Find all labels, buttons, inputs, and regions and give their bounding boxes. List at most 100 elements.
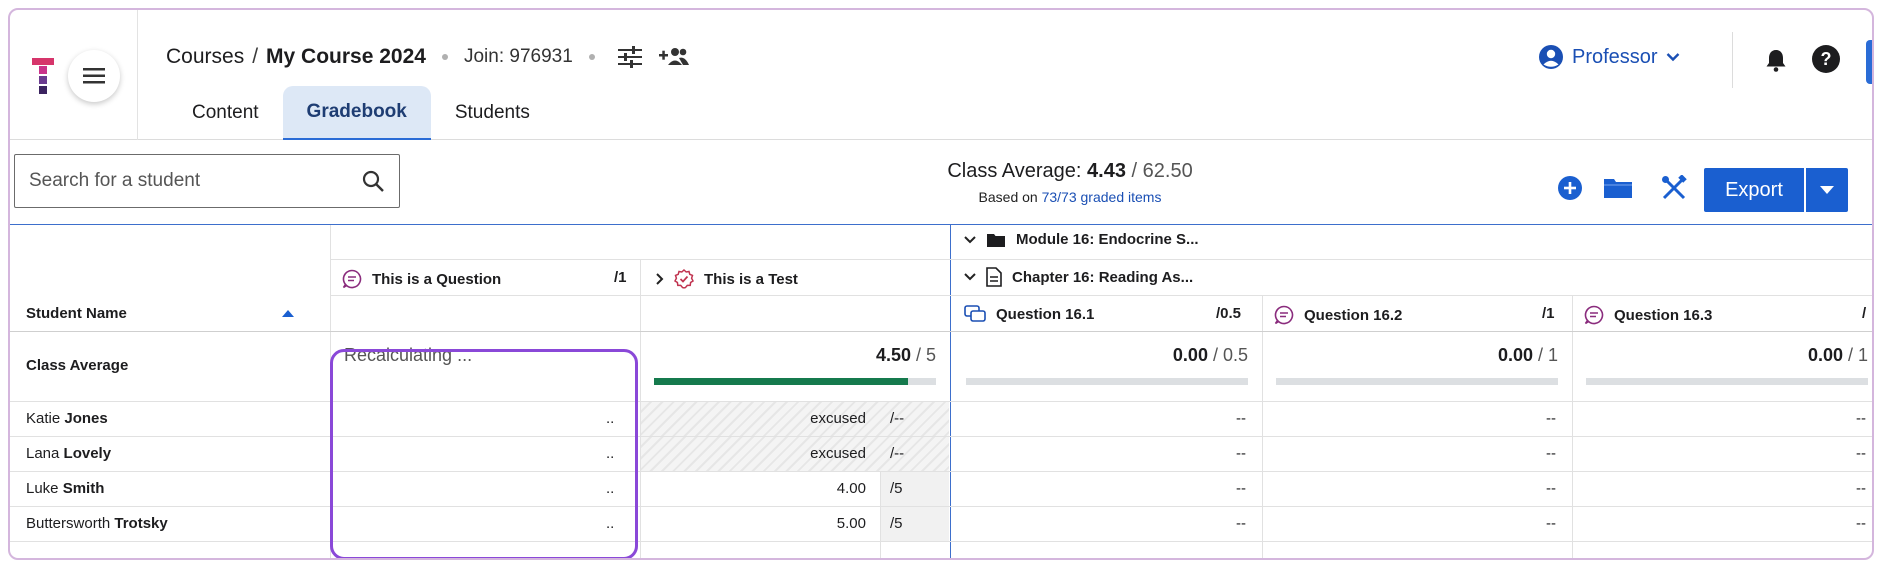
course-settings-button[interactable] <box>615 42 645 72</box>
q161-average-value: 0.00 <box>1172 345 1208 365</box>
add-circle-icon <box>1558 176 1582 200</box>
chevron-down-icon <box>1666 53 1679 62</box>
add-people-button[interactable] <box>658 42 689 72</box>
export-button[interactable]: Export <box>1704 168 1804 212</box>
q163-average: 0.00 / 1 <box>1582 345 1868 366</box>
graded-items-line: Based on 73/73 graded items <box>770 189 1370 205</box>
q162-grade-cell[interactable]: -- <box>1500 515 1556 532</box>
grid-divider <box>1262 295 1263 558</box>
test-average: 4.50 / 5 <box>650 345 936 366</box>
q163-grade-cell[interactable]: -- <box>1810 515 1866 532</box>
q161-grade-cell[interactable]: -- <box>1190 410 1246 427</box>
chapter-group-header[interactable]: Chapter 16: Reading As... <box>964 267 1193 287</box>
test-grade-cell[interactable]: excused <box>750 410 866 427</box>
class-average-summary: Class Average: 4.43 / 62.50 Based on 73/… <box>770 160 1370 205</box>
student-name-header[interactable]: Student Name <box>26 305 127 322</box>
q162-grade-cell[interactable]: -- <box>1500 410 1556 427</box>
question-icon <box>342 269 362 289</box>
q161-grade-cell[interactable]: -- <box>1190 480 1246 497</box>
gradebook-grid: Module 16: Endocrine S... Chapter 16: Re… <box>10 224 1872 558</box>
grid-divider <box>10 541 1872 542</box>
search-icon[interactable] <box>361 169 385 193</box>
folder-icon <box>1604 179 1632 198</box>
user-role-label: Professor <box>1572 45 1658 68</box>
column-title: This is a Question <box>372 270 502 288</box>
hamburger-menu-button[interactable] <box>68 50 120 102</box>
column-header-question-16-2[interactable]: Question 16.2 <box>1274 305 1402 325</box>
module-title: Module 16: Endocrine S... <box>1016 231 1199 248</box>
q162-average-total: / 1 <box>1532 345 1558 365</box>
student-name[interactable]: Buttersworth Trotsky <box>26 515 168 532</box>
user-menu-button[interactable]: Professor <box>1538 44 1680 70</box>
q161-grade-cell[interactable]: -- <box>1190 445 1246 462</box>
folder-button[interactable] <box>1602 172 1634 204</box>
sort-up-icon[interactable] <box>282 309 294 317</box>
test-icon <box>674 269 694 289</box>
based-on-label: Based on <box>978 189 1042 205</box>
tools-icon <box>1662 175 1687 200</box>
class-average-row-label: Class Average <box>26 357 129 374</box>
column-max-points: / <box>1862 305 1867 322</box>
test-grade-cell[interactable]: excused <box>750 445 866 462</box>
search-input[interactable] <box>29 170 361 192</box>
test-max-cell: /-- <box>890 410 905 427</box>
student-name[interactable]: Katie Jones <box>26 410 108 427</box>
q161-average-total: / 0.5 <box>1207 345 1248 365</box>
app-window: Courses / My Course 2024 Join: 976931 Co… <box>8 8 1874 560</box>
column-header-question-16-1[interactable]: Question 16.1 <box>964 305 1094 323</box>
course-tabs: Content Gradebook Students <box>168 86 554 140</box>
column-header-question[interactable]: This is a Question <box>342 269 501 289</box>
recalculating-highlight <box>330 349 638 558</box>
folder-dark-icon <box>987 233 1005 247</box>
export-options-button[interactable] <box>1806 168 1848 212</box>
test-average-bar <box>654 378 936 385</box>
q161-grade-cell[interactable]: -- <box>1190 515 1246 532</box>
tab-gradebook[interactable]: Gradebook <box>282 86 431 140</box>
q163-average-total: / 1 <box>1842 345 1868 365</box>
test-max-cell: /5 <box>890 480 903 497</box>
column-header-question-16-3[interactable]: Question 16.3 <box>1584 305 1712 325</box>
breadcrumb-courses-link[interactable]: Courses <box>166 45 244 69</box>
q161-average: 0.00 / 0.5 <box>962 345 1248 366</box>
grid-divider <box>10 331 1872 332</box>
q163-grade-cell[interactable]: -- <box>1810 410 1866 427</box>
test-grade-cell[interactable]: 5.00 <box>750 515 866 532</box>
q163-grade-cell[interactable]: -- <box>1810 480 1866 497</box>
column-title: Question 16.2 <box>1304 306 1403 324</box>
class-average-total: / 62.50 <box>1125 160 1193 182</box>
q162-grade-cell[interactable]: -- <box>1500 480 1556 497</box>
breadcrumb-separator: / <box>252 45 259 68</box>
module-group-header[interactable]: Module 16: Endocrine S... <box>964 231 1199 248</box>
q163-grade-cell[interactable]: -- <box>1810 445 1866 462</box>
test-average-total: / 5 <box>910 345 936 365</box>
question-icon <box>964 305 986 322</box>
tools-button[interactable] <box>1658 172 1690 204</box>
column-max-points: /0.5 <box>1216 305 1242 322</box>
side-panel-tab[interactable] <box>1866 40 1872 84</box>
q162-grade-cell[interactable]: -- <box>1500 445 1556 462</box>
column-header-test[interactable]: This is a Test <box>656 269 798 289</box>
breadcrumb: Courses / My Course 2024 Join: 976931 <box>166 42 689 72</box>
grid-divider <box>330 295 1872 296</box>
column-max-points: /1 <box>614 269 627 286</box>
column-max-points: /1 <box>1542 305 1555 322</box>
graded-items-link[interactable]: 73/73 graded items <box>1042 189 1162 205</box>
test-average-value: 4.50 <box>875 345 911 365</box>
add-item-button[interactable] <box>1554 172 1586 204</box>
grid-divider <box>950 225 951 558</box>
separator-dot <box>588 54 595 60</box>
q163-average-bar <box>1586 378 1868 385</box>
student-name[interactable]: Lana Lovely <box>26 445 111 462</box>
student-name[interactable]: Luke Smith <box>26 480 104 497</box>
tab-content[interactable]: Content <box>168 86 283 140</box>
test-grade-cell[interactable]: 4.00 <box>750 480 866 497</box>
class-average-label: Class Average: <box>947 160 1088 182</box>
add-person-icon <box>658 48 689 65</box>
page-title: My Course 2024 <box>266 45 426 68</box>
column-title: Question 16.1 <box>996 305 1095 323</box>
grid-divider <box>330 259 1872 260</box>
notifications-button[interactable] <box>1762 46 1790 74</box>
help-button[interactable]: ? <box>1812 45 1840 73</box>
tab-students[interactable]: Students <box>431 86 554 140</box>
left-rail <box>10 10 138 140</box>
